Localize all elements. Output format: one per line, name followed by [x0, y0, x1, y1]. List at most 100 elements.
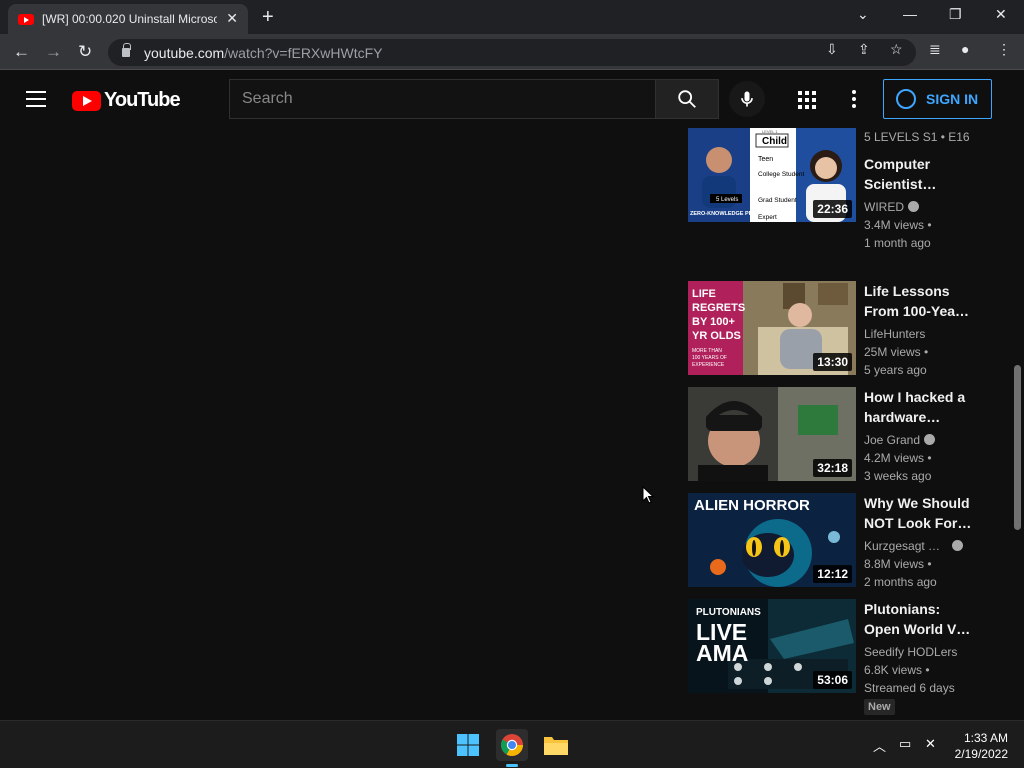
- video-title-line-1[interactable]: Plutonians:: [864, 599, 974, 619]
- video-title-line-2[interactable]: hardware…: [864, 407, 974, 427]
- system-clock[interactable]: 1:33 AM 2/19/2022: [955, 730, 1008, 762]
- thumb-sub-2: 100 YEARS OF: [692, 355, 727, 361]
- folder-icon: [544, 737, 568, 755]
- search-icon: [678, 90, 696, 108]
- view-count: 6.8K views •: [864, 663, 930, 677]
- voice-search-button[interactable]: [729, 81, 765, 117]
- thumb-teen-label: Teen: [758, 156, 773, 163]
- video-title-line-2[interactable]: From 100-Yea…: [864, 301, 974, 321]
- thumb-level-label: LEVEL 1: [762, 129, 778, 134]
- verified-check-icon: [952, 540, 964, 551]
- install-icon[interactable]: ⇩: [826, 41, 838, 58]
- thumb-text: ALIEN HORROR: [694, 497, 810, 514]
- sign-in-label: SIGN IN: [926, 91, 979, 107]
- channel-name[interactable]: LifeHunters: [864, 325, 974, 343]
- thumb-sub-1: MORE THAN: [692, 348, 722, 354]
- windows-taskbar: ︿ ▭ ✕ 1:33 AM 2/19/2022: [0, 720, 1024, 768]
- channel-name[interactable]: Kurzgesagt …: [864, 539, 940, 553]
- active-app-indicator: [506, 764, 518, 767]
- upload-age: 1 month ago: [864, 236, 931, 250]
- channel-name[interactable]: Seedify HODLers: [864, 643, 974, 661]
- video-duration: 53:06: [813, 671, 852, 689]
- view-count: 3.4M views •: [864, 218, 932, 232]
- search-input[interactable]: [242, 90, 644, 108]
- video-title-line-2[interactable]: NOT Look For…: [864, 513, 974, 533]
- video-thumbnail[interactable]: 5 Levels ZERO-KNOWLEDGE PROOF LEVEL 1 Ch…: [688, 128, 856, 222]
- channel-name[interactable]: WIRED: [864, 200, 904, 214]
- lock-icon[interactable]: [122, 43, 131, 57]
- thumb-text-4: YR OLDS: [692, 330, 741, 342]
- browser-tab-active[interactable]: [WR] 00:00.020 Uninstall Microso ✕: [8, 4, 248, 34]
- profile-icon[interactable]: ●: [961, 41, 969, 57]
- windows-logo-icon: [457, 734, 479, 756]
- video-meta: How I hacked a hardware… Joe Grand 4.2M …: [864, 387, 974, 485]
- new-tab-button[interactable]: +: [262, 6, 274, 29]
- minimize-button[interactable]: —: [903, 6, 917, 22]
- thumb-expert-label: Expert: [758, 214, 777, 221]
- video-duration: 22:36: [813, 200, 852, 218]
- video-meta: Why We Should NOT Look For… Kurzgesagt ……: [864, 493, 974, 591]
- tab-search-chevron-icon[interactable]: ⌄: [857, 6, 869, 23]
- recommendation-item[interactable]: ALIEN HORROR 12:12 Why We Should NOT Loo…: [688, 493, 988, 593]
- youtube-play-icon: [72, 90, 101, 111]
- video-title-line-1[interactable]: Computer: [864, 154, 974, 174]
- taskbar-file-explorer[interactable]: [540, 729, 572, 761]
- channel-name[interactable]: Joe Grand: [864, 433, 920, 447]
- video-title-line-1[interactable]: How I hacked a: [864, 387, 974, 407]
- upload-age: 2 months ago: [864, 575, 937, 589]
- browser-menu-icon[interactable]: ⋮: [997, 41, 1011, 58]
- video-thumbnail[interactable]: LIFE REGRETS BY 100+ YR OLDS MORE THAN 1…: [688, 281, 856, 375]
- thumb-child-label: Child: [762, 136, 787, 147]
- video-title-line-1[interactable]: Why We Should: [864, 493, 974, 513]
- sign-in-button[interactable]: SIGN IN: [883, 79, 992, 119]
- volume-muted-icon[interactable]: ✕: [925, 736, 936, 752]
- recommendation-item[interactable]: PLUTONIANS LIVE AMA 53:06 Plutonians: Op…: [688, 599, 988, 717]
- microphone-icon: [741, 91, 753, 107]
- recommendation-item[interactable]: LIFE REGRETS BY 100+ YR OLDS MORE THAN 1…: [688, 281, 988, 381]
- restore-button[interactable]: ❐: [949, 6, 962, 23]
- search-button[interactable]: [655, 79, 719, 119]
- start-button[interactable]: [452, 729, 484, 761]
- mouse-cursor-icon: [642, 486, 654, 504]
- video-duration: 13:30: [813, 353, 852, 371]
- reload-icon[interactable]: ↻: [78, 42, 92, 62]
- url-host: youtube.com: [144, 44, 225, 61]
- chrome-icon: [501, 734, 523, 756]
- share-icon[interactable]: ⇪: [858, 41, 870, 58]
- tab-title: [WR] 00:00.020 Uninstall Microso: [42, 12, 217, 26]
- video-thumbnail[interactable]: PLUTONIANS LIVE AMA 53:06: [688, 599, 856, 693]
- address-bar[interactable]: youtube.com/watch?v=fERXwHWtcFY: [108, 39, 916, 66]
- settings-more-icon[interactable]: [852, 90, 856, 111]
- account-icon: [896, 89, 916, 109]
- upload-age: 3 weeks ago: [864, 469, 932, 483]
- scrollbar-thumb[interactable]: [1014, 365, 1021, 530]
- recommendation-item[interactable]: 5 Levels ZERO-KNOWLEDGE PROOF LEVEL 1 Ch…: [688, 128, 988, 278]
- close-window-button[interactable]: ✕: [995, 6, 1007, 23]
- browser-toolbar: ← → ↻ youtube.com/watch?v=fERXwHWtcFY ⇩ …: [0, 34, 1024, 70]
- network-icon[interactable]: ▭: [899, 736, 911, 752]
- view-count: 25M views •: [864, 345, 929, 359]
- forward-arrow-icon[interactable]: →: [45, 42, 62, 62]
- tray-overflow-chevron-icon[interactable]: ︿: [873, 736, 886, 755]
- series-label: 5 LEVELS S1 • E16: [864, 130, 970, 144]
- video-duration: 32:18: [813, 459, 852, 477]
- verified-check-icon: [908, 201, 919, 212]
- thumb-brand: PLUTONIANS: [696, 607, 761, 618]
- bookmark-star-icon[interactable]: ☆: [890, 41, 903, 58]
- video-title-line-2[interactable]: Open World V…: [864, 619, 974, 639]
- hamburger-menu-icon[interactable]: [26, 91, 46, 107]
- thumb-grad-label: Grad Student: [758, 197, 797, 204]
- youtube-logo[interactable]: YouTube: [72, 89, 181, 112]
- video-title-line-2[interactable]: Scientist…: [864, 174, 974, 194]
- apps-grid-icon[interactable]: [798, 91, 816, 109]
- video-title-line-1[interactable]: Life Lessons: [864, 281, 974, 301]
- video-meta: Plutonians: Open World V… Seedify HODLer…: [864, 599, 974, 715]
- video-thumbnail[interactable]: 32:18: [688, 387, 856, 481]
- tab-close-icon[interactable]: ✕: [226, 10, 238, 27]
- recommendation-item[interactable]: 32:18 How I hacked a hardware… Joe Grand…: [688, 387, 988, 487]
- media-queue-icon[interactable]: ≣: [929, 41, 941, 58]
- video-thumbnail[interactable]: ALIEN HORROR 12:12: [688, 493, 856, 587]
- view-count: 8.8M views •: [864, 557, 932, 571]
- taskbar-chrome[interactable]: [496, 729, 528, 761]
- back-arrow-icon[interactable]: ←: [13, 42, 30, 62]
